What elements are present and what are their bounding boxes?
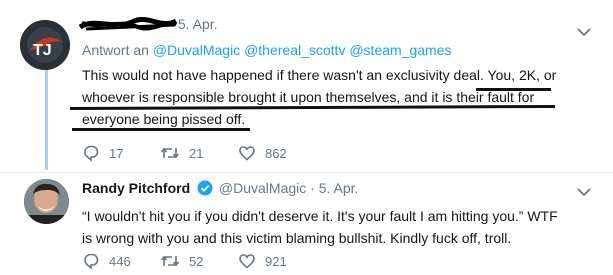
- separator-dot: ·: [310, 180, 315, 196]
- retweet-button[interactable]: 52: [160, 252, 238, 270]
- retweet-count: 52: [189, 253, 204, 269]
- reply-context: Antwort an @DuvalMagic @thereal_scottv @…: [82, 41, 592, 59]
- tweet-text-line: everyone being pissed off.: [82, 111, 246, 127]
- display-name[interactable]: Randy Pitchford: [82, 180, 190, 196]
- mention-link[interactable]: @thereal_scottv: [244, 42, 345, 58]
- reply-icon: [84, 145, 99, 162]
- reply-count: 446: [109, 253, 131, 269]
- tweet-text: “I wouldn't hit you if you didn't deserv…: [82, 205, 592, 249]
- tweet-header: 5. Apr.: [78, 14, 592, 34]
- avatar[interactable]: [24, 179, 69, 224]
- mention-link[interactable]: @steam_games: [349, 42, 451, 58]
- tj-logo-avatar-image: TJ: [20, 20, 70, 70]
- reply-button[interactable]: 446: [82, 252, 160, 270]
- tweet-divider: [0, 172, 613, 173]
- tweet-text-line: This would not have happened if there wa…: [82, 67, 557, 83]
- tweet[interactable]: 5. Apr. Antwort an @DuvalMagic @thereal_…: [78, 14, 592, 130]
- underline-annotation: [476, 88, 551, 91]
- like-button[interactable]: 862: [238, 144, 287, 162]
- svg-text:TJ: TJ: [33, 42, 52, 59]
- reply-prefix: Antwort an: [82, 42, 149, 58]
- avatar[interactable]: TJ: [20, 20, 70, 70]
- user-handle[interactable]: @DuvalMagic: [219, 180, 306, 196]
- thread-connector-line: [45, 66, 48, 170]
- heart-icon: [239, 254, 255, 269]
- mention-link[interactable]: @DuvalMagic: [153, 42, 240, 58]
- redacted-username-scribble: [78, 17, 178, 31]
- reply-icon: [84, 253, 99, 270]
- tweet-text-line: whoever is responsible brought it upon t…: [82, 89, 535, 105]
- tweet-text-line: is wrong with you and this victim blamin…: [82, 230, 512, 246]
- underline-annotation: [72, 128, 250, 131]
- tweet-header: Randy Pitchford @DuvalMagic · 5. Apr.: [82, 178, 592, 198]
- profile-photo: [24, 179, 69, 224]
- like-count: 921: [265, 253, 287, 269]
- reply-button[interactable]: 17: [82, 144, 160, 162]
- tweet-date[interactable]: 5. Apr.: [319, 180, 359, 196]
- retweet-icon: [160, 147, 180, 159]
- verified-badge-icon: [197, 180, 213, 201]
- reply-count: 17: [109, 145, 124, 161]
- like-button[interactable]: 921: [238, 252, 287, 270]
- chevron-down-icon[interactable]: [577, 24, 591, 37]
- retweet-icon: [160, 255, 180, 267]
- tweet-actions: 17 21 862: [82, 144, 287, 162]
- tweet[interactable]: Randy Pitchford @DuvalMagic · 5. Apr. “I…: [82, 178, 592, 249]
- tweet-text: This would not have happened if there wa…: [82, 64, 592, 130]
- retweet-count: 21: [189, 145, 204, 161]
- heart-icon: [239, 146, 255, 161]
- chevron-down-icon[interactable]: [577, 184, 591, 197]
- retweet-button[interactable]: 21: [160, 144, 238, 162]
- tweet-text-line: “I wouldn't hit you if you didn't deserv…: [82, 208, 558, 224]
- tweet-actions: 446 52 921: [82, 252, 287, 270]
- tweet-date[interactable]: 5. Apr.: [178, 16, 218, 32]
- like-count: 862: [265, 145, 287, 161]
